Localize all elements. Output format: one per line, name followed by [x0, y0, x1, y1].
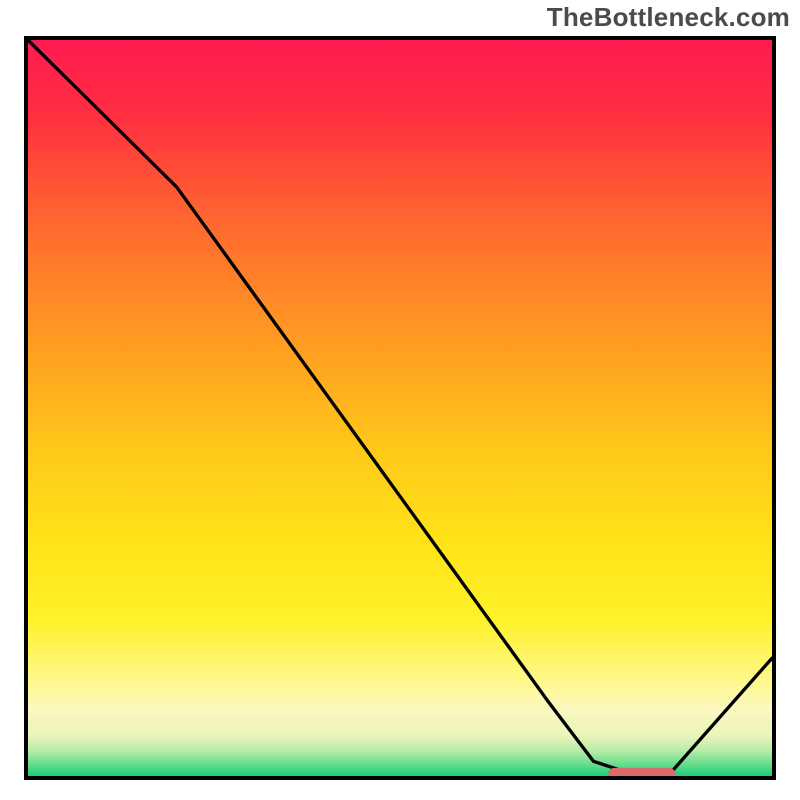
- watermark-text: TheBottleneck.com: [547, 2, 790, 33]
- plot-frame: [24, 36, 776, 780]
- optimal-range-marker: [608, 768, 675, 776]
- bottleneck-curve: [28, 40, 772, 776]
- bottleneck-chart: TheBottleneck.com: [0, 0, 800, 800]
- curve-layer: [28, 40, 772, 776]
